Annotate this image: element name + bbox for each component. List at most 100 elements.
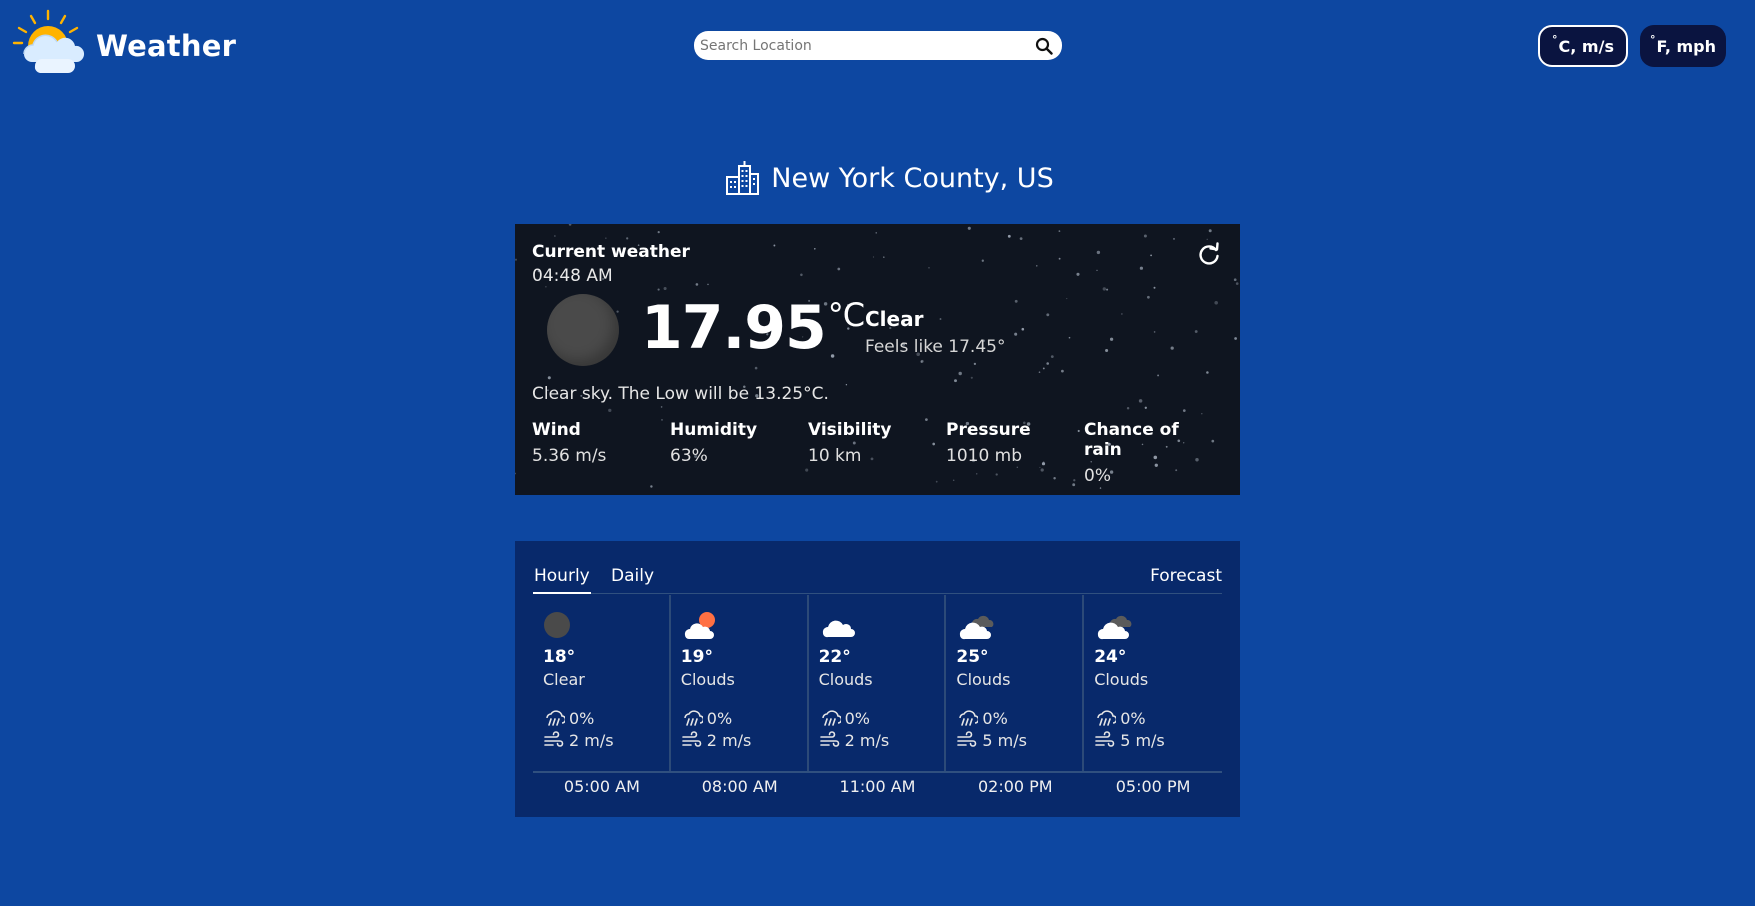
- cloud-sun-icon: [684, 612, 715, 639]
- moon-icon: [544, 612, 570, 638]
- slot-wind: 2 m/s: [681, 730, 752, 750]
- slot-time: 02:00 PM: [977, 777, 1053, 796]
- slot-wind: 2 m/s: [819, 730, 890, 750]
- slot-wind: 5 m/s: [956, 730, 1027, 750]
- stat-visibility: Visibility 10 km: [808, 420, 946, 486]
- cloud-icon: [822, 620, 855, 638]
- slot-rain: 0%: [1094, 708, 1146, 728]
- slot-condition: Clear: [543, 670, 585, 689]
- stat-label: Chance of rain: [1084, 420, 1179, 460]
- tab-hourly[interactable]: Hourly: [533, 558, 591, 594]
- rain-cloud-icon: [959, 710, 979, 726]
- slot-condition: Clouds: [818, 670, 873, 689]
- slot-temperature: 25°: [956, 647, 989, 667]
- slot-wind-value: 2 m/s: [569, 730, 614, 750]
- hourly-slot: 19° Clouds 0% 2 m/s: [671, 595, 809, 771]
- slot-wind: 2 m/s: [543, 730, 614, 750]
- stat-label: Humidity: [670, 420, 758, 440]
- stat-value: 1010 mb: [946, 446, 1023, 466]
- wind-icon: [819, 731, 839, 747]
- city-buildings-icon: [726, 161, 760, 195]
- hourly-slot: 25° Clouds 0% 5 m/s: [946, 595, 1085, 771]
- hourly-slot: 18° Clear 0% 2 m/s: [533, 595, 671, 771]
- stat-value: 10 km: [808, 446, 862, 466]
- stat-value: 63%: [670, 446, 708, 466]
- hourly-slots: 18° Clear 0% 2 m/s 19° Clouds 0% 2 m/s 2…: [533, 595, 1222, 773]
- tab-daily[interactable]: Daily: [611, 558, 654, 594]
- rain-cloud-icon: [821, 710, 841, 726]
- refresh-icon[interactable]: [1196, 242, 1222, 268]
- search-button[interactable]: [1034, 36, 1054, 56]
- app-logo: Weather: [11, 9, 236, 83]
- slot-wind-value: 2 m/s: [706, 730, 752, 750]
- slot-time: 11:00 AM: [839, 777, 916, 796]
- wind-icon: [1095, 731, 1115, 747]
- current-condition: Clear: [865, 307, 924, 331]
- search-icon: [1035, 37, 1053, 55]
- wind-icon: [957, 731, 977, 747]
- location-heading-inner: New York County, US: [724, 160, 1054, 196]
- metric-units-button[interactable]: ° C, m/s: [1538, 25, 1628, 67]
- app-title: Weather: [96, 29, 237, 63]
- slot-rain-value: 0%: [1120, 708, 1146, 728]
- slot-rain: 0%: [956, 708, 1008, 728]
- slot-wind-value: 5 m/s: [982, 730, 1027, 750]
- slot-temperature: 19°: [680, 647, 713, 667]
- imperial-units-button[interactable]: ° F, mph: [1640, 25, 1726, 67]
- weather-stats: Wind 5.36 m/s Humidity 63% Visibility 10…: [532, 420, 1222, 486]
- stat-chance-of-rain: Chance of rain 0%: [1084, 420, 1222, 486]
- slot-temperature: 22°: [818, 647, 851, 667]
- slot-condition: Clouds: [680, 670, 735, 689]
- location-name: New York County, US: [771, 162, 1054, 194]
- slot-wind-value: 2 m/s: [844, 730, 890, 750]
- hourly-slot: 22° Clouds 0% 2 m/s: [809, 595, 947, 771]
- wind-icon: [681, 731, 702, 747]
- stat-label: Visibility: [808, 420, 892, 440]
- temperature-unit: °C: [827, 296, 865, 334]
- slot-rain-value: 0%: [844, 708, 870, 728]
- weather-summary: Clear sky. The Low will be 13.25°C.: [532, 384, 829, 404]
- slot-rain: 0%: [819, 708, 870, 728]
- slot-time: 08:00 AM: [701, 777, 778, 796]
- moon-icon: [547, 294, 619, 366]
- location-heading: New York County, US: [0, 160, 1755, 196]
- current-condition-block: Clear Feels like 17.45°: [865, 307, 1005, 357]
- broken-clouds-icon: [1098, 615, 1132, 640]
- imperial-units-label: F, mph: [1656, 36, 1717, 56]
- rain-cloud-icon: [683, 710, 703, 726]
- stat-value: 0%: [1084, 466, 1111, 486]
- sun-cloud-logo-icon: [12, 9, 85, 73]
- slot-time: 05:00 PM: [1115, 777, 1191, 796]
- broken-clouds-icon: [960, 615, 994, 640]
- current-temperature: 17.95°C: [641, 292, 865, 373]
- wind-icon: [544, 731, 564, 747]
- search-input[interactable]: [700, 37, 1034, 54]
- rain-cloud-icon: [1097, 710, 1117, 726]
- slot-wind-value: 5 m/s: [1120, 730, 1165, 750]
- stat-wind: Wind 5.36 m/s: [532, 420, 670, 486]
- stat-pressure: Pressure 1010 mb: [946, 420, 1084, 486]
- search-bar: [694, 31, 1062, 60]
- metric-units-label: C, m/s: [1558, 36, 1614, 56]
- current-weather-title: Current weather: [532, 242, 690, 262]
- stat-label: Pressure: [946, 420, 1031, 440]
- forecast-title: Forecast: [1150, 566, 1222, 586]
- temperature-value: 17.95: [641, 293, 827, 363]
- rain-cloud-icon: [546, 710, 565, 726]
- slot-rain-value: 0%: [706, 708, 733, 728]
- forecast-card: Hourly Daily Forecast 18° Clear 0% 2 m/s: [515, 541, 1240, 817]
- slot-time: 05:00 AM: [563, 777, 640, 796]
- stat-value: 5.36 m/s: [532, 446, 607, 466]
- stat-humidity: Humidity 63%: [670, 420, 808, 486]
- slot-temperature: 18°: [543, 647, 576, 667]
- hourly-times: 05:00 AM 08:00 AM 11:00 AM 02:00 PM 05:0…: [533, 777, 1222, 796]
- current-weather-content: Current weather 04:48 AM 17.95°C Clear F…: [515, 224, 1240, 495]
- current-weather-time: 04:48 AM: [532, 266, 613, 286]
- slot-wind: 5 m/s: [1094, 730, 1165, 750]
- current-weather-card: Current weather 04:48 AM 17.95°C Clear F…: [515, 224, 1240, 495]
- slot-rain: 0%: [681, 708, 732, 728]
- slot-rain: 0%: [543, 708, 594, 728]
- stat-label: Wind: [532, 420, 581, 440]
- feels-like: Feels like 17.45°: [865, 337, 1006, 357]
- slot-condition: Clouds: [956, 670, 1011, 689]
